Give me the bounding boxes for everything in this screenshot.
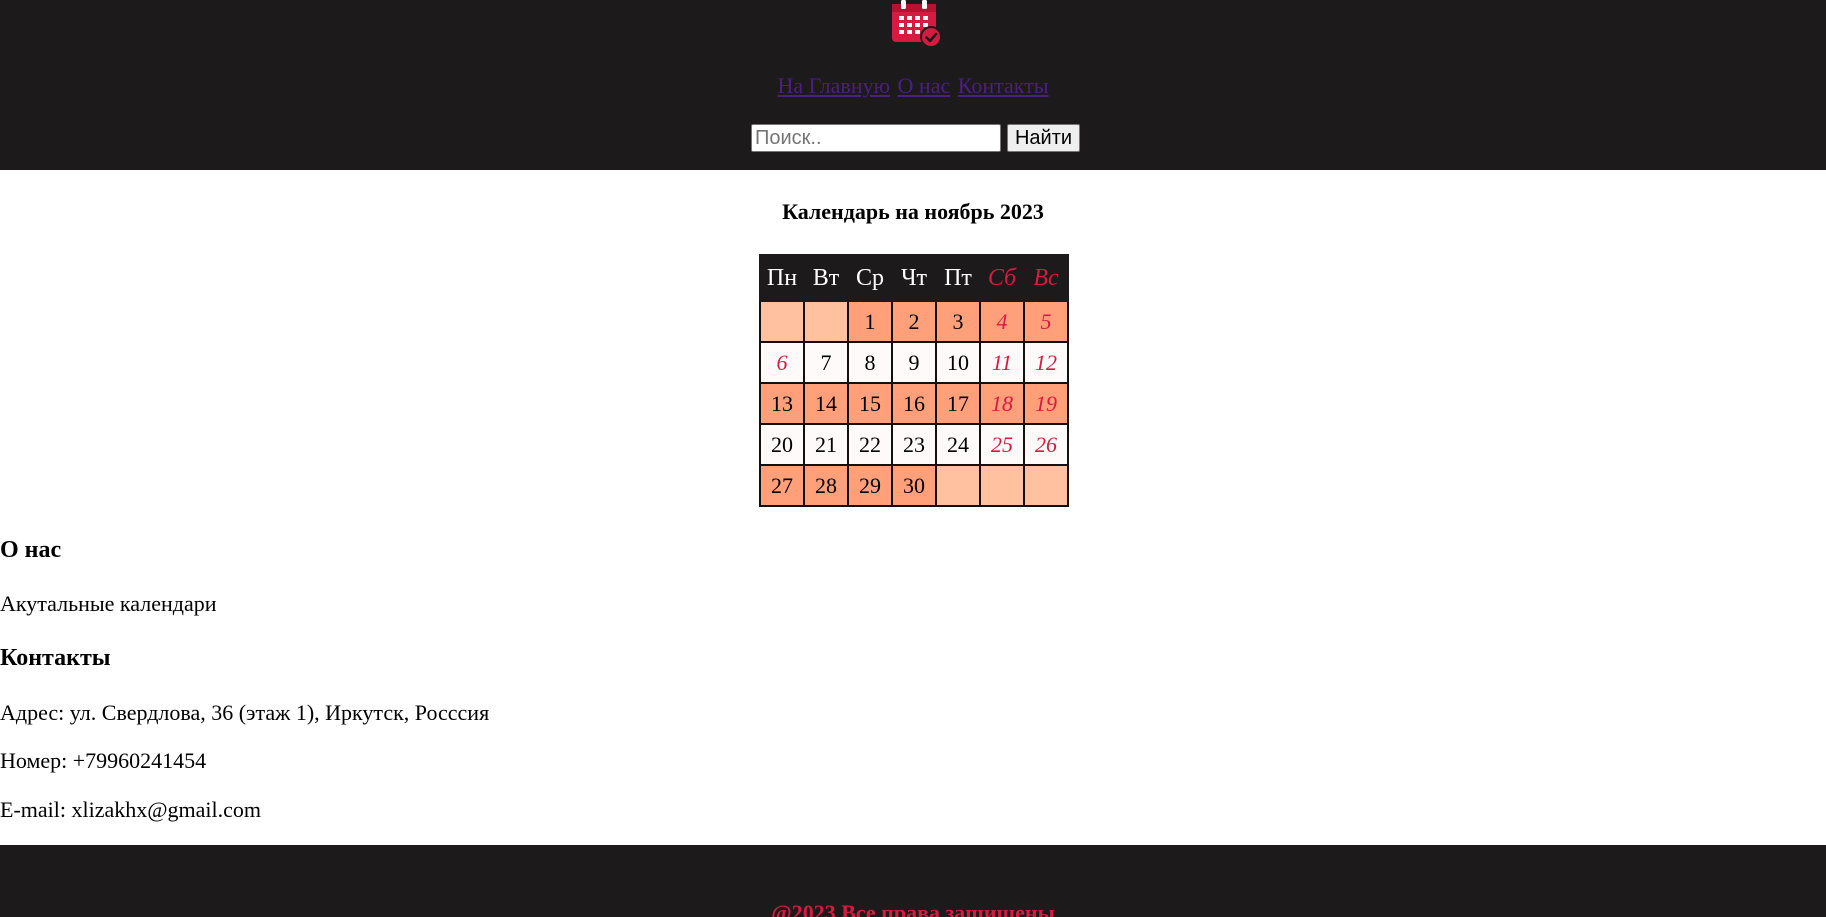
calendar-day-cell-weekend: 19: [1023, 382, 1069, 425]
calendar-day-cell: 24: [935, 423, 981, 466]
site-footer: @2023 Все права защищены: [0, 845, 1826, 917]
weekday-header: Пн: [759, 254, 805, 302]
calendar-day-cell-weekend: 5: [1023, 300, 1069, 343]
calendar-day-cell: 29: [847, 464, 893, 507]
weekday-header: Чт: [891, 254, 937, 302]
calendar-day-cell: 21: [803, 423, 849, 466]
calendar-day-cell-weekend: 26: [1023, 423, 1069, 466]
about-text: Акутальные календари: [0, 591, 217, 616]
weekday-header: Пт: [935, 254, 981, 302]
calendar-day-cell-weekend: 11: [979, 341, 1025, 384]
calendar-table: Пн Вт Ср Чт Пт Сб Вс 1 2 3 4 5 6 7 8 9 1…: [759, 254, 1069, 507]
calendar-day-cell: [979, 464, 1025, 507]
calendar-day-cell: 22: [847, 423, 893, 466]
site-header: На Главную О нас Контакты Найти: [0, 0, 1826, 170]
calendar-day-cell: 7: [803, 341, 849, 384]
calendar-day-cell: 2: [891, 300, 937, 343]
calendar-day-cell: 9: [891, 341, 937, 384]
weekday-header: Ср: [847, 254, 893, 302]
calendar-day-cell-weekend: 25: [979, 423, 1025, 466]
calendar-day-cell: [935, 464, 981, 507]
calendar-day-cell: 3: [935, 300, 981, 343]
calendar-day-cell-weekend: 6: [759, 341, 805, 384]
calendar-day-cell: [1023, 464, 1069, 507]
search-button[interactable]: Найти: [1007, 124, 1080, 152]
contacts-email: E-mail: xlizakhx@gmail.com: [0, 797, 261, 822]
calendar-day-cell-weekend: 4: [979, 300, 1025, 343]
calendar-day-cell: 20: [759, 423, 805, 466]
calendar-title: Календарь на ноябрь 2023: [782, 199, 1044, 224]
calendar-day-cell: 14: [803, 382, 849, 425]
calendar-day-cell: 10: [935, 341, 981, 384]
contacts-phone: Номер: +79960241454: [0, 748, 207, 773]
main-nav: На Главную О нас Контакты: [0, 72, 1826, 100]
weekday-header-weekend: Сб: [979, 254, 1025, 302]
calendar-day-cell: [759, 300, 805, 343]
calendar-day-cell: [803, 300, 849, 343]
weekday-header-weekend: Вс: [1023, 254, 1069, 302]
contacts-address: Адрес: ул. Свердлова, 36 (этаж 1), Иркут…: [0, 700, 490, 725]
about-heading: О нас: [0, 537, 62, 563]
calendar-check-icon: [890, 0, 944, 50]
weekday-header: Вт: [803, 254, 849, 302]
calendar-week-row: 27 28 29 30: [759, 464, 1069, 507]
calendar-day-cell: 23: [891, 423, 937, 466]
calendar-day-cell: 1: [847, 300, 893, 343]
calendar-day-cell: 16: [891, 382, 937, 425]
calendar-week-row: 1 2 3 4 5: [759, 300, 1069, 343]
calendar-day-cell-weekend: 18: [979, 382, 1025, 425]
nav-link-contacts[interactable]: Контакты: [958, 73, 1049, 98]
calendar-week-row: 6 7 8 9 10 11 12: [759, 341, 1069, 384]
calendar-weekday-row: Пн Вт Ср Чт Пт Сб Вс: [759, 254, 1069, 302]
calendar-day-cell: 8: [847, 341, 893, 384]
calendar-day-cell: 28: [803, 464, 849, 507]
calendar-day-cell: 27: [759, 464, 805, 507]
search-input[interactable]: [751, 124, 1001, 152]
nav-link-home[interactable]: На Главную: [777, 73, 890, 98]
calendar-day-cell: 13: [759, 382, 805, 425]
footer-copyright: @2023 Все права защищены: [771, 900, 1055, 917]
calendar-week-row: 20 21 22 23 24 25 26: [759, 423, 1069, 466]
calendar-week-row: 13 14 15 16 17 18 19: [759, 382, 1069, 425]
calendar-day-cell: 30: [891, 464, 937, 507]
calendar-day-cell: 15: [847, 382, 893, 425]
contacts-heading: Контакты: [0, 645, 111, 671]
nav-link-about[interactable]: О нас: [898, 73, 951, 98]
calendar-day-cell: 17: [935, 382, 981, 425]
calendar-day-cell-weekend: 12: [1023, 341, 1069, 384]
